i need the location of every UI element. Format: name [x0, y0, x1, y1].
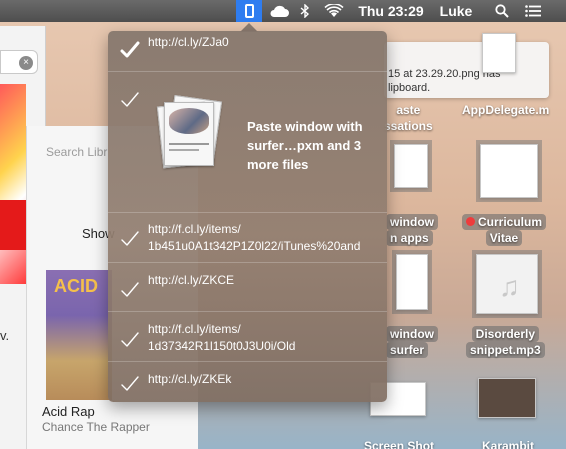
item-url: http://f.cl.ly/items/ 1b451u0A1t342P1Z0l… — [148, 222, 361, 253]
clipboard-notification[interactable]: 15 at 23.29.20.png has lipboard. — [384, 42, 549, 98]
dropdown-item[interactable]: http://cl.ly/ZJa0 — [108, 31, 387, 72]
bluetooth-icon[interactable] — [297, 0, 313, 22]
dropdown-item[interactable]: http://f.cl.ly/items/ 1b451u0A1t342P1Z0l… — [108, 213, 387, 263]
cloudapp-menu-icon[interactable] — [236, 0, 262, 22]
checkmark-outline-icon — [120, 90, 140, 110]
desktop-icon-curriculum-vitae[interactable]: Curriculum Vitae — [462, 214, 547, 246]
notification-line1: 15 at 23.29.20.png has — [388, 68, 501, 80]
music-note-icon: ♫ — [499, 271, 520, 302]
album-art-fragment — [0, 84, 26, 284]
checkmark-outline-icon — [120, 280, 140, 300]
red-tag-icon — [466, 217, 475, 226]
spotlight-icon[interactable] — [492, 0, 512, 22]
album-cover-title: ACID — [54, 276, 98, 296]
file-thumbnail[interactable] — [482, 33, 516, 73]
checkmark-icon — [120, 40, 140, 60]
album-artist[interactable]: Chance The Rapper — [42, 420, 150, 434]
dropdown-item[interactable]: http://cl.ly/ZKEk — [108, 362, 387, 402]
left-window-text: v. — [0, 328, 10, 343]
desktop-icon-karambit[interactable]: Karambit — [478, 438, 538, 449]
search-clear-icon[interactable]: × — [19, 56, 33, 70]
file-thumbnail[interactable]: ♫ — [472, 250, 542, 318]
file-thumbnail[interactable] — [390, 140, 432, 192]
creative-cloud-icon[interactable] — [267, 0, 291, 22]
checkmark-outline-icon — [120, 229, 140, 249]
dropdown-item[interactable]: http://f.cl.ly/items/ 1d37342R1l150t0J3U… — [108, 312, 387, 362]
notification-line2: lipboard. — [388, 82, 431, 94]
menu-user[interactable]: Luke — [434, 0, 478, 22]
desktop-icon-paste-sessions[interactable]: aste ssations — [380, 102, 437, 134]
dropdown-item[interactable]: Paste window with surfer…pxm and 3 more … — [108, 72, 387, 213]
desktop-icon-disorderly-snippet[interactable]: Disorderly snippet.mp3 — [466, 326, 545, 358]
file-thumbnail[interactable] — [392, 250, 432, 314]
item-url: http://f.cl.ly/items/ 1d37342R1l150t0J3U… — [148, 322, 296, 353]
dropdown-item[interactable]: http://cl.ly/ZKCE — [108, 263, 387, 312]
checkmark-outline-icon — [120, 330, 140, 350]
wifi-icon[interactable] — [322, 0, 346, 22]
item-url: http://cl.ly/ZKEk — [148, 372, 232, 386]
album-name[interactable]: Acid Rap — [42, 404, 95, 419]
notification-center-icon[interactable] — [522, 0, 544, 22]
menu-bar: Thu 23:29 Luke — [0, 0, 566, 22]
desktop-icon-window-apps[interactable]: window n apps — [386, 214, 438, 246]
desktop-icon-window-surfer[interactable]: window surfer — [386, 326, 438, 358]
menu-clock[interactable]: Thu 23:29 — [356, 0, 426, 22]
cloudapp-dropdown: http://cl.ly/ZJa0 Paste window with surf… — [108, 31, 387, 402]
desktop-icon-appdelegate[interactable]: AppDelegate.m — [458, 102, 553, 118]
item-url: http://cl.ly/ZJa0 — [148, 35, 229, 49]
album-art-fragment-red — [0, 200, 26, 250]
checkmark-outline-icon — [120, 374, 140, 394]
video-thumbnail[interactable] — [478, 378, 536, 418]
desktop-icon-screen-shot[interactable]: Screen Shot — [360, 438, 438, 449]
item-url: http://cl.ly/ZKCE — [148, 273, 235, 287]
item-files-description: Paste window with surfer…pxm and 3 more … — [247, 119, 363, 172]
file-stack-icon — [156, 94, 223, 169]
file-thumbnail[interactable] — [476, 140, 542, 202]
